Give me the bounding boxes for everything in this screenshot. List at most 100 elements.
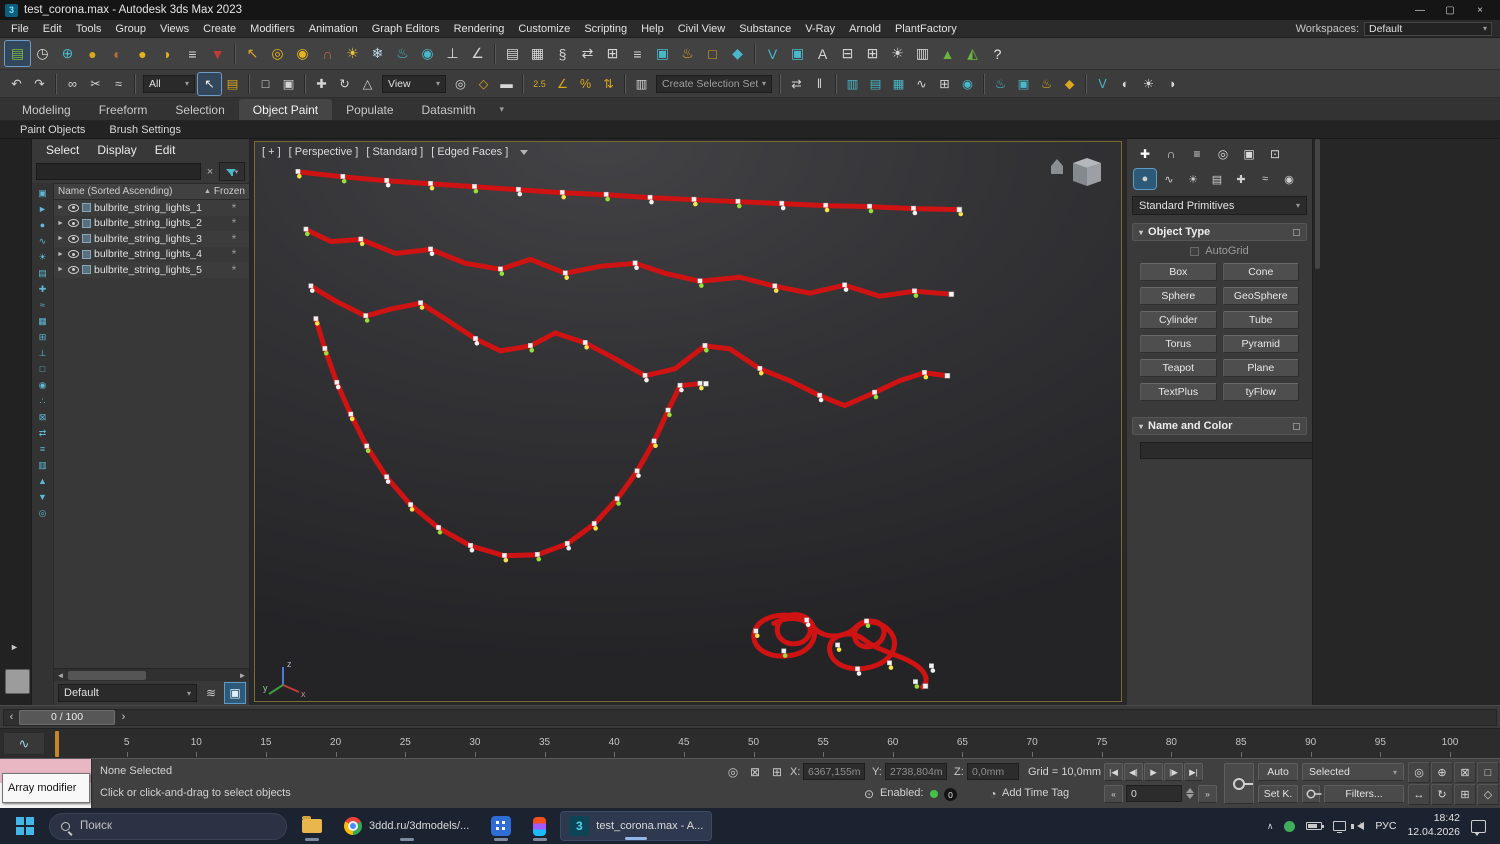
geosphere-button[interactable]: GeoSphere bbox=[1223, 287, 1300, 305]
set-keys-button[interactable] bbox=[1224, 763, 1254, 804]
walkthrough-icon[interactable]: ◇ bbox=[1477, 784, 1499, 805]
visibility-eye-icon[interactable] bbox=[68, 235, 79, 243]
undo-icon[interactable]: ↶ bbox=[5, 73, 28, 95]
current-frame-marker[interactable] bbox=[55, 731, 59, 757]
auto-key-button[interactable]: Auto bbox=[1258, 763, 1298, 781]
rendered-frame-window-icon[interactable]: ▣ bbox=[1012, 73, 1035, 95]
volume-muted-icon[interactable]: × bbox=[1357, 822, 1364, 830]
keyboard-shortcut-override-icon[interactable]: ▬ bbox=[495, 73, 518, 95]
render-teapot-icon[interactable]: ♨ bbox=[390, 41, 415, 66]
key-filters-icon-button[interactable] bbox=[1302, 785, 1320, 803]
pan-view-icon[interactable]: ↔ bbox=[1408, 784, 1430, 805]
list-item[interactable]: ►bulbrite_string_lights_1* bbox=[54, 200, 249, 216]
max3ds-taskbar-button[interactable]: 3test_corona.max - A... bbox=[560, 811, 712, 841]
x-coordinate-field[interactable]: 6367,155m bbox=[803, 763, 865, 780]
expand-caret-icon[interactable]: ► bbox=[57, 266, 65, 273]
display-shapes-icon[interactable]: ∿ bbox=[34, 233, 52, 249]
play-animation-button[interactable]: ▶ bbox=[1144, 763, 1163, 781]
display-cameras-icon[interactable]: ▤ bbox=[34, 265, 52, 281]
maximize-button[interactable]: ▢ bbox=[1435, 0, 1465, 20]
select-and-manipulate-icon[interactable]: ◇ bbox=[472, 73, 495, 95]
magnet-snap-icon[interactable]: ∩ bbox=[315, 41, 340, 66]
material-editor-icon[interactable]: ◉ bbox=[956, 73, 979, 95]
menu-animation[interactable]: Animation bbox=[302, 23, 365, 35]
blue-grid-app-taskbar-button[interactable] bbox=[483, 811, 519, 841]
hold-scene-icon[interactable]: ● bbox=[80, 41, 105, 66]
menu-v-ray[interactable]: V-Ray bbox=[798, 23, 842, 35]
transform-axis-icon[interactable]: ⊥ bbox=[440, 41, 465, 66]
zoom-all-icon[interactable]: ⊕ bbox=[1431, 762, 1453, 783]
torus-button[interactable]: Torus bbox=[1140, 335, 1217, 353]
asset-tracking-icon[interactable]: ▤ bbox=[5, 41, 30, 66]
lights-category-icon[interactable]: ☀ bbox=[1182, 169, 1204, 189]
select-object-icon[interactable]: ↖ bbox=[198, 73, 221, 95]
sphere-tool-icon[interactable]: ◉ bbox=[290, 41, 315, 66]
name-column-header[interactable]: Name (Sorted Ascending) bbox=[58, 186, 204, 197]
list-options-icon[interactable]: ≡ bbox=[180, 41, 205, 66]
menu-help[interactable]: Help bbox=[634, 23, 671, 35]
lighting-toggle-icon[interactable]: ☀ bbox=[1137, 73, 1160, 95]
clear-search-icon[interactable]: × bbox=[204, 166, 216, 178]
redo-icon[interactable]: ↷ bbox=[28, 73, 51, 95]
close-button[interactable]: × bbox=[1465, 0, 1495, 20]
filter-combinations-icon[interactable]: ▼ bbox=[34, 489, 52, 505]
ribbon-tab-object-paint[interactable]: Object Paint bbox=[239, 99, 332, 120]
modify-tab-icon[interactable]: ∩ bbox=[1160, 144, 1182, 164]
object-name-input[interactable] bbox=[1140, 442, 1323, 459]
go-to-start-button[interactable]: |◀ bbox=[1104, 763, 1123, 781]
display-spacewarps-icon[interactable]: ≈ bbox=[34, 297, 52, 313]
y-coordinate-field[interactable]: 2738,804m bbox=[885, 763, 947, 780]
hierarchy-tab-icon[interactable]: ≡ bbox=[1186, 144, 1208, 164]
cameras-category-icon[interactable]: ▤ bbox=[1206, 169, 1228, 189]
time-clock-icon[interactable]: ◷ bbox=[30, 41, 55, 66]
object-type-rollout-header[interactable]: ▾ Object Type bbox=[1132, 223, 1307, 241]
select-and-rotate-icon[interactable]: ↻ bbox=[333, 73, 356, 95]
expand-caret-icon[interactable]: ► bbox=[57, 235, 65, 242]
previous-frame-button[interactable]: ◀| bbox=[1124, 763, 1143, 781]
explorer-menu-display[interactable]: Display bbox=[89, 143, 144, 157]
battery-icon[interactable] bbox=[1306, 822, 1322, 830]
viewcube[interactable] bbox=[1043, 150, 1107, 196]
maximize-viewport-toggle-icon[interactable]: ⊞ bbox=[1454, 784, 1476, 805]
sync-selection-icon[interactable]: ⇄ bbox=[34, 425, 52, 441]
menu-views[interactable]: Views bbox=[153, 23, 196, 35]
isolate-selection-toggle-icon[interactable]: ◎ bbox=[724, 763, 742, 781]
arnold-menu-icon[interactable]: A bbox=[810, 41, 835, 66]
ribbon-subtab-brush-settings[interactable]: Brush Settings bbox=[99, 124, 191, 136]
graphite-tools-icon[interactable]: ▦ bbox=[525, 41, 550, 66]
display-groups-icon[interactable]: ▦ bbox=[34, 313, 52, 329]
plane-button[interactable]: Plane bbox=[1223, 359, 1300, 377]
menu-scripting[interactable]: Scripting bbox=[577, 23, 634, 35]
display-tab-icon[interactable]: ▣ bbox=[1238, 144, 1260, 164]
layer-stack-icon[interactable]: ≋ bbox=[201, 683, 221, 703]
rollout-pin-icon[interactable] bbox=[1293, 229, 1300, 236]
clock[interactable]: 18:42 12.04.2026 bbox=[1407, 812, 1460, 839]
menu-customize[interactable]: Customize bbox=[511, 23, 577, 35]
explorer-menu-edit[interactable]: Edit bbox=[147, 143, 184, 157]
frame-spinner[interactable] bbox=[1184, 785, 1195, 802]
open-mini-curve-editor-icon[interactable]: ∿ bbox=[3, 732, 45, 755]
vray-fb-icon[interactable]: ▣ bbox=[785, 41, 810, 66]
minimize-button[interactable]: — bbox=[1405, 0, 1435, 20]
teapot-button[interactable]: Teapot bbox=[1140, 359, 1217, 377]
mirror-tool-icon[interactable]: ⇄ bbox=[575, 41, 600, 66]
next-key-button[interactable]: » bbox=[1198, 785, 1217, 803]
sphere-brush-icon[interactable]: ● bbox=[130, 41, 155, 66]
menu-modifiers[interactable]: Modifiers bbox=[243, 23, 302, 35]
sun-positioner-icon[interactable]: ☀ bbox=[340, 41, 365, 66]
tree-vegetation-icon[interactable]: ▲ bbox=[935, 41, 960, 66]
display-particles-icon[interactable]: ∴ bbox=[34, 393, 52, 409]
pin-explorer-icon[interactable]: ◎ bbox=[34, 505, 52, 521]
tyflow-button[interactable]: tyFlow bbox=[1223, 383, 1300, 401]
sort-mode-icon[interactable]: ▲ bbox=[34, 473, 52, 489]
active-layer-dropdown[interactable]: Default ▾ bbox=[58, 684, 197, 702]
explorer-search-input[interactable] bbox=[36, 163, 201, 180]
select-and-link-icon[interactable]: ∞ bbox=[61, 73, 84, 95]
network-icon[interactable] bbox=[1333, 821, 1346, 831]
material-override-icon[interactable]: ◐ bbox=[1114, 73, 1137, 95]
render-last-icon[interactable]: ◆ bbox=[725, 41, 750, 66]
camera-sequencer-icon[interactable]: ▥ bbox=[910, 41, 935, 66]
perspective-viewport[interactable]: [ + ] [ Perspective ] [ Standard ] [ Edg… bbox=[254, 141, 1122, 702]
tube-button[interactable]: Tube bbox=[1223, 311, 1300, 329]
viewport-shading-menu[interactable]: [ Edged Faces ] bbox=[431, 146, 508, 158]
